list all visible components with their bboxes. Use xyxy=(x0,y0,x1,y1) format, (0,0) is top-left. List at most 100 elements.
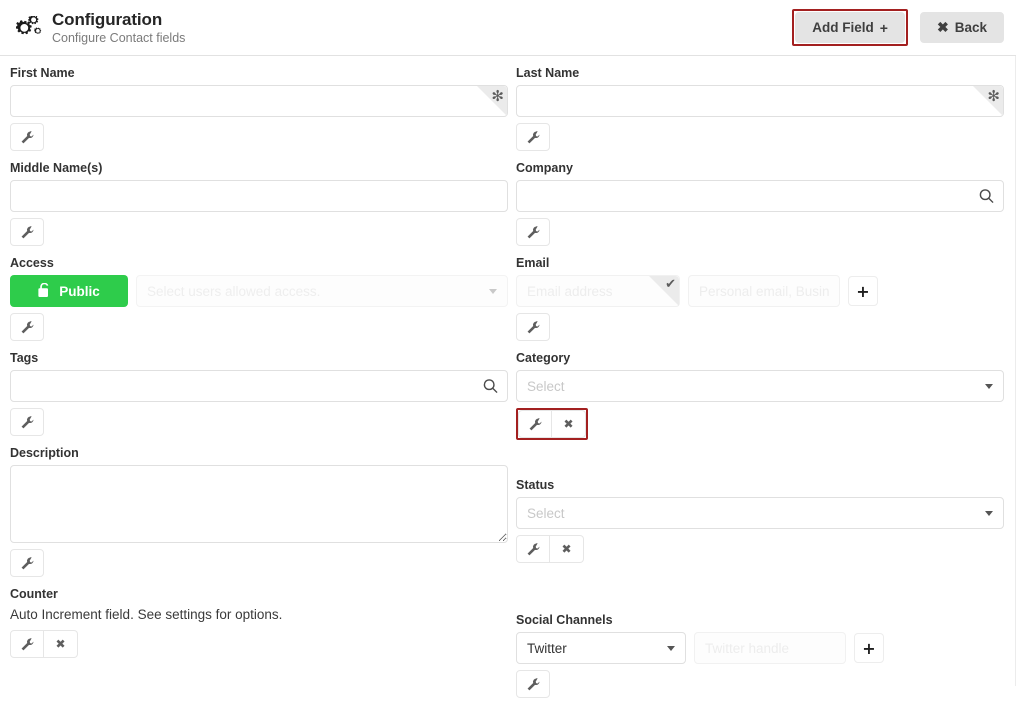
remove-field-button[interactable]: ✖ xyxy=(44,630,78,658)
access-users-select-value: Select users allowed access. xyxy=(147,284,481,299)
access-users-select[interactable]: Select users allowed access. xyxy=(136,275,508,307)
social-controls: Twitter + xyxy=(516,632,1004,664)
add-field-label: Add Field xyxy=(812,20,874,35)
last-name-input-wrap: ✻ xyxy=(516,85,1004,117)
field-tags: Tags xyxy=(10,351,508,436)
add-social-channel-button[interactable]: + xyxy=(854,633,884,663)
field-company: Company xyxy=(516,161,1004,246)
field-social-channels: Social Channels Twitter + xyxy=(516,613,1004,698)
email-type-input[interactable] xyxy=(688,275,840,307)
add-email-button[interactable]: + xyxy=(848,276,878,306)
tags-tools xyxy=(10,408,44,436)
access-public-button[interactable]: Public xyxy=(10,275,128,307)
field-status: Status Select ✖ xyxy=(516,478,1004,563)
field-label: Tags xyxy=(10,351,508,365)
first-name-input-wrap: ✻ xyxy=(10,85,508,117)
plus-icon: + xyxy=(856,282,869,301)
page-header: Configuration Configure Contact fields A… xyxy=(0,0,1016,56)
status-select[interactable]: Select xyxy=(516,497,1004,529)
gears-icon xyxy=(10,16,48,40)
remove-field-button[interactable]: ✖ xyxy=(552,410,586,438)
field-category: Category Select ✖ xyxy=(516,351,1004,440)
field-first-name: First Name ✻ xyxy=(10,66,508,151)
middle-names-input[interactable] xyxy=(10,180,508,212)
field-label: Last Name xyxy=(516,66,1004,80)
social-handle-input[interactable] xyxy=(694,632,846,664)
counter-tools: ✖ xyxy=(10,630,78,658)
counter-note: Auto Increment field. See settings for o… xyxy=(10,606,508,624)
category-select[interactable]: Select xyxy=(516,370,1004,402)
add-field-highlight: Add Field + xyxy=(792,9,908,46)
description-tools xyxy=(10,549,44,577)
social-network-select[interactable]: Twitter xyxy=(516,632,686,664)
settings-wrench-button[interactable] xyxy=(518,410,552,438)
field-label: Status xyxy=(516,478,1004,492)
page-subtitle: Configure Contact fields xyxy=(52,31,185,45)
chevron-down-icon xyxy=(667,646,675,651)
field-label: Category xyxy=(516,351,1004,365)
page-title: Configuration xyxy=(52,10,185,30)
settings-wrench-button[interactable] xyxy=(516,535,550,563)
add-field-button[interactable]: Add Field + xyxy=(795,12,905,43)
social-network-select-value: Twitter xyxy=(527,641,659,656)
social-tools xyxy=(516,670,550,698)
settings-wrench-button[interactable] xyxy=(516,670,550,698)
status-select-value: Select xyxy=(527,506,977,521)
close-icon: ✖ xyxy=(937,19,949,36)
field-middle-names: Middle Name(s) xyxy=(10,161,508,246)
settings-wrench-button[interactable] xyxy=(10,313,44,341)
tags-input-wrap xyxy=(10,370,508,402)
field-label: First Name xyxy=(10,66,508,80)
email-address-input[interactable] xyxy=(516,275,680,307)
unlock-icon xyxy=(38,283,51,300)
field-access: Access Public Select users allowed acces… xyxy=(10,256,508,341)
chevron-down-icon xyxy=(985,384,993,389)
email-type-wrap xyxy=(688,275,840,307)
settings-wrench-button[interactable] xyxy=(10,123,44,151)
first-name-tools xyxy=(10,123,44,151)
field-label: Counter xyxy=(10,587,508,601)
tags-input[interactable] xyxy=(10,370,508,402)
form-column-left: First Name ✻ Middle Name(s) xyxy=(10,66,508,708)
close-icon: ✖ xyxy=(563,417,573,431)
company-input[interactable] xyxy=(516,180,1004,212)
settings-wrench-button[interactable] xyxy=(516,123,550,151)
field-label: Company xyxy=(516,161,1004,175)
plus-icon: + xyxy=(880,20,888,36)
category-tools-highlight: ✖ xyxy=(516,408,588,440)
description-textarea[interactable] xyxy=(10,465,508,543)
settings-wrench-button[interactable] xyxy=(10,549,44,577)
form-column-right: Last Name ✻ Company xyxy=(516,66,1004,708)
field-email: Email ✔ + xyxy=(516,256,1004,341)
close-icon: ✖ xyxy=(561,542,571,556)
settings-wrench-button[interactable] xyxy=(10,630,44,658)
field-label: Access xyxy=(10,256,508,270)
field-description: Description xyxy=(10,446,508,577)
access-controls: Public Select users allowed access. xyxy=(10,275,508,307)
middle-names-input-wrap xyxy=(10,180,508,212)
settings-wrench-button[interactable] xyxy=(516,313,550,341)
last-name-input[interactable] xyxy=(516,85,1004,117)
back-button[interactable]: ✖ Back xyxy=(920,12,1004,43)
configuration-form: First Name ✻ Middle Name(s) xyxy=(0,56,1016,708)
field-label: Social Channels xyxy=(516,613,1004,627)
settings-wrench-button[interactable] xyxy=(10,218,44,246)
email-address-wrap: ✔ xyxy=(516,275,680,307)
settings-wrench-button[interactable] xyxy=(10,408,44,436)
first-name-input[interactable] xyxy=(10,85,508,117)
last-name-tools xyxy=(516,123,550,151)
field-label: Description xyxy=(10,446,508,460)
access-tools xyxy=(10,313,44,341)
email-tools xyxy=(516,313,550,341)
chevron-down-icon xyxy=(489,289,497,294)
field-counter: Counter Auto Increment field. See settin… xyxy=(10,587,508,658)
settings-wrench-button[interactable] xyxy=(516,218,550,246)
social-handle-wrap xyxy=(694,632,846,664)
category-tools: ✖ xyxy=(518,410,586,438)
field-label: Middle Name(s) xyxy=(10,161,508,175)
company-input-wrap xyxy=(516,180,1004,212)
chevron-down-icon xyxy=(985,511,993,516)
field-last-name: Last Name ✻ xyxy=(516,66,1004,151)
back-label: Back xyxy=(955,20,987,35)
remove-field-button[interactable]: ✖ xyxy=(550,535,584,563)
